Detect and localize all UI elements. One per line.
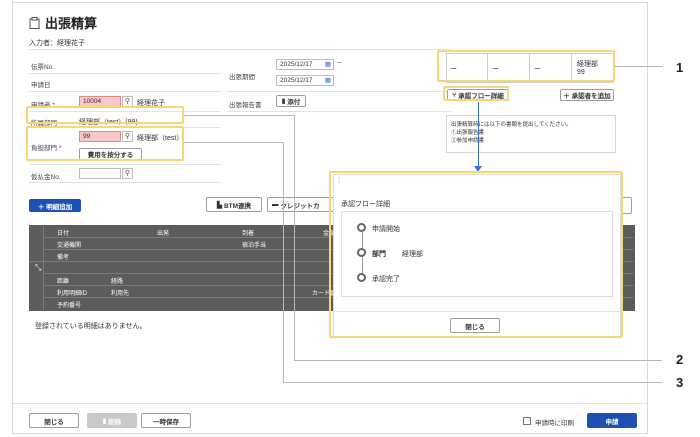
divider: [13, 403, 647, 404]
save-draft-button[interactable]: 一時保存: [141, 413, 191, 428]
card-icon: ▬: [272, 201, 279, 208]
close-button[interactable]: 閉じる: [29, 413, 79, 428]
btm-button[interactable]: ▙ BTM連携: [206, 197, 262, 212]
period-separator: ~: [337, 60, 342, 67]
col-remarks: 備考: [57, 255, 70, 261]
callout-3-line: [283, 382, 662, 383]
page-title-text: 出張精算: [45, 16, 98, 31]
callout-2-line: [184, 115, 294, 116]
calendar-icon: ▦: [324, 77, 331, 84]
submit-button[interactable]: 申請: [587, 413, 637, 428]
callout-2-line: [294, 115, 295, 360]
highlight-approval-grid: [437, 50, 615, 82]
drag-handle-icon[interactable]: ⤡: [35, 263, 41, 273]
entered-by: 入力者：経理花子: [29, 40, 85, 47]
callout-2-line: [294, 360, 662, 361]
advance-no-input[interactable]: [79, 168, 121, 179]
callout-1-line: [615, 66, 663, 67]
divider: [29, 164, 221, 165]
trip-period-label: 出張期間: [229, 74, 255, 81]
col-date: 日付: [57, 231, 70, 237]
callout-2: 2: [676, 352, 684, 367]
credit-card-button[interactable]: ▬ クレジットカ: [267, 197, 337, 212]
notice-line-3: ②参加申請書: [451, 138, 485, 144]
col-category: 距離: [57, 279, 70, 285]
callout-3: 3: [676, 375, 684, 390]
lock-icon: ▙: [216, 201, 222, 209]
divider: [29, 49, 451, 50]
callout-1: 1: [676, 60, 684, 75]
trip-report-label: 出張報告書: [229, 102, 262, 109]
divider: [29, 91, 221, 92]
delete-button[interactable]: ▮ 削除: [87, 413, 137, 428]
slip-no-label: 伝票No.: [31, 64, 55, 71]
col-reservation-no: 予約番号: [57, 303, 82, 309]
highlight-department: [26, 106, 184, 124]
col-departure: 出発: [157, 231, 170, 237]
col-transport: 交通機関: [57, 243, 82, 249]
trash-icon: ▮: [102, 417, 107, 425]
notice-line-1: 出張精算時には以下の書類を提出してください。: [451, 122, 572, 128]
connector-line: [478, 102, 479, 170]
divider: [29, 182, 221, 183]
paperclip-icon: ▮: [281, 98, 286, 105]
col-usage-id: 利用明細ID: [57, 291, 88, 297]
print-on-submit-label: 申請時に印刷: [535, 420, 574, 427]
print-on-submit-checkbox[interactable]: [523, 417, 531, 425]
add-detail-button[interactable]: ＋ 明細追加: [29, 199, 81, 212]
advance-search-button[interactable]: ⚲: [122, 168, 133, 179]
empty-table-message: 登録されている明細はありません。: [35, 323, 147, 330]
calendar-icon: ▦: [324, 61, 331, 68]
document-icon: [29, 16, 40, 29]
callout-3-line: [184, 142, 283, 143]
trip-end-input[interactable]: 2025/12/17 ▦: [276, 75, 334, 86]
col-route-fee: 宿泊手当: [242, 243, 267, 249]
advance-no-label: 仮払金No.: [31, 174, 61, 181]
notice-line-2: ①出張報告書: [451, 130, 485, 136]
col-arrival: 到着: [242, 231, 255, 237]
highlight-modal: [329, 171, 623, 338]
notice-box: 出張精算時には以下の書類を提出してください。 ①出張報告書 ②参加申請書: [446, 115, 616, 153]
page-title: 出張精算: [29, 13, 97, 32]
divider: [227, 91, 451, 92]
search-icon: ⚲: [124, 170, 131, 177]
col-section: 経路: [111, 279, 124, 285]
highlight-burden-dept: [26, 126, 184, 161]
divider: [29, 73, 221, 74]
search-icon: ⚲: [124, 98, 131, 105]
attach-button[interactable]: ▮ 添付: [276, 95, 306, 107]
divider: [227, 111, 451, 112]
highlight-flow-button: [443, 86, 509, 101]
trip-start-input[interactable]: 2025/12/17 ▦: [276, 59, 334, 70]
col-usage-dest: 利用先: [111, 291, 130, 297]
application-date-label: 申請日: [31, 82, 51, 89]
add-approver-button[interactable]: ＋ 承認者を追加: [560, 89, 614, 101]
callout-3-line: [283, 142, 284, 382]
